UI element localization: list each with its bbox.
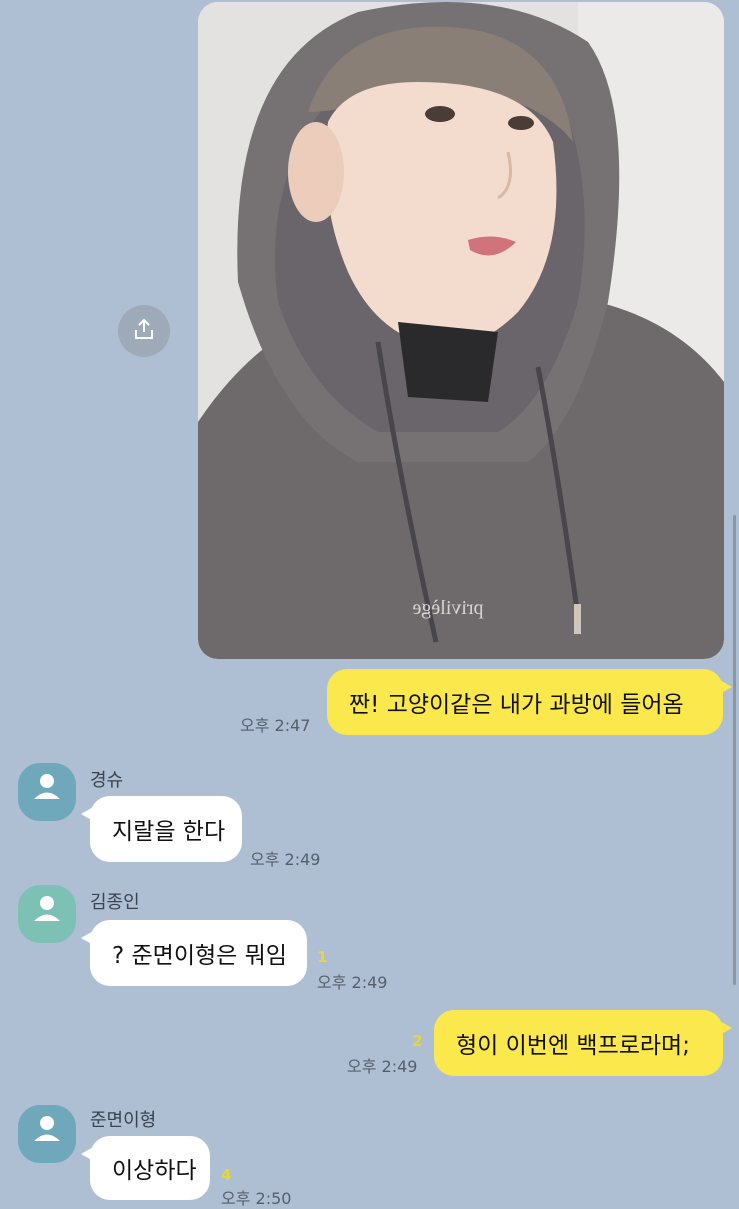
photo-message[interactable]: privilège: [198, 2, 724, 659]
message-time: 오후 2:50: [221, 1189, 292, 1208]
message-text: 지랄을 한다: [112, 819, 226, 845]
avatar[interactable]: [18, 885, 76, 943]
message-text: 이상하다: [112, 1158, 197, 1184]
default-profile-icon: [18, 885, 76, 943]
avatar[interactable]: [18, 1105, 76, 1163]
received-message-bubble[interactable]: 지랄을 한다: [81, 796, 242, 862]
unread-count: 1: [317, 948, 328, 966]
message-text: 형이 이번엔 백프로라며;: [456, 1033, 690, 1059]
default-profile-icon: [18, 1105, 76, 1163]
unread-count: 4: [221, 1166, 232, 1184]
message-time: 오후 2:49: [317, 973, 388, 992]
sender-name: 김종인: [90, 892, 140, 913]
sender-name: 준면이형: [90, 1110, 157, 1131]
my-message-bubble[interactable]: 짠! 고양이같은 내가 과방에 들어옴: [327, 669, 732, 735]
hoodie-print-text: privilège: [412, 597, 483, 619]
my-message-bubble[interactable]: 형이 이번엔 백프로라며;: [434, 1010, 732, 1076]
message-time: 오후 2:47: [240, 716, 311, 735]
unread-count: 2: [412, 1032, 423, 1050]
message-time: 오후 2:49: [347, 1057, 418, 1076]
photo-image: privilège: [198, 2, 724, 659]
message-time: 오후 2:49: [250, 850, 321, 869]
avatar[interactable]: [18, 763, 76, 821]
message-text: ? 준면이형은 뭐임: [112, 943, 287, 969]
message-text: 짠! 고양이같은 내가 과방에 들어옴: [349, 692, 684, 718]
share-button[interactable]: [118, 305, 170, 357]
share-icon: [132, 317, 156, 345]
received-message-bubble[interactable]: ? 준면이형은 뭐임: [81, 920, 307, 986]
sender-name: 경슈: [90, 770, 124, 791]
scrollbar[interactable]: [733, 515, 736, 985]
received-message-bubble[interactable]: 이상하다: [81, 1136, 210, 1200]
default-profile-icon: [18, 763, 76, 821]
